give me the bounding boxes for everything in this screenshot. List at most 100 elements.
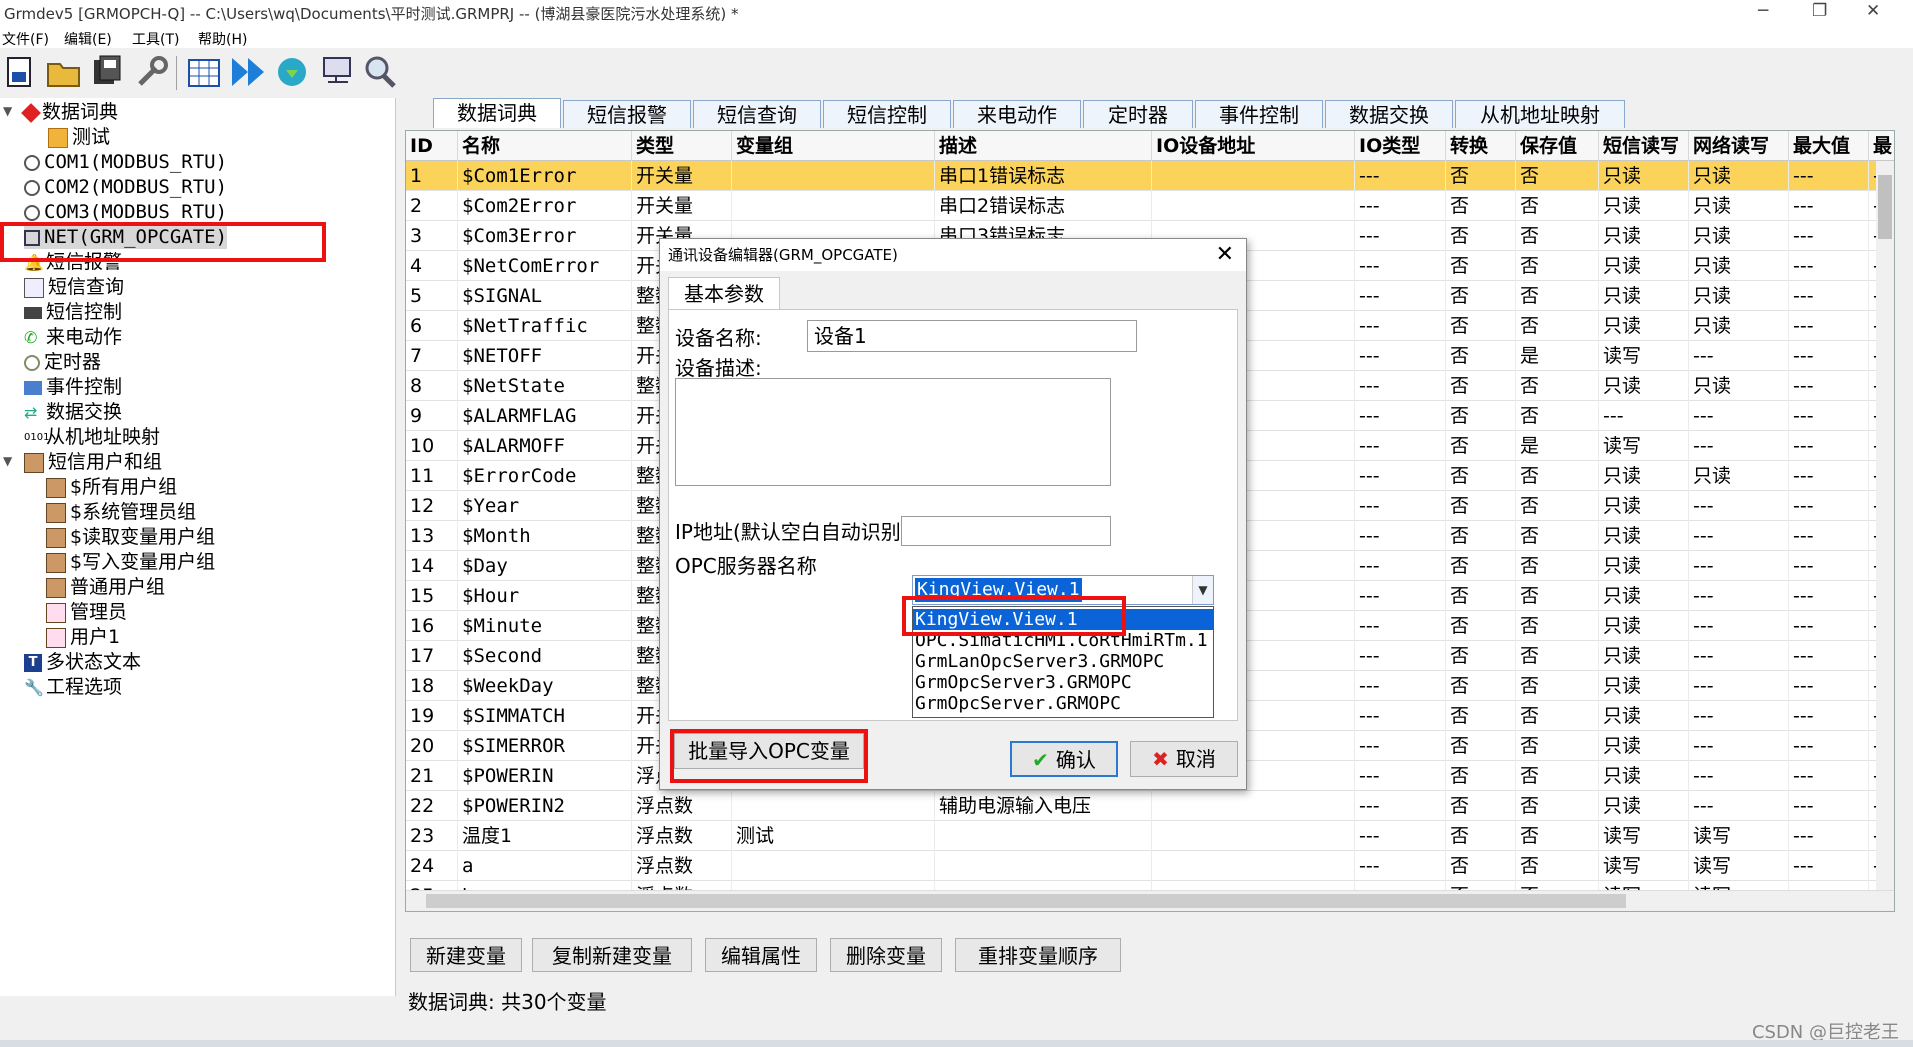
table-cell: [1152, 791, 1355, 821]
monitor-network-icon[interactable]: [316, 52, 356, 92]
tree-item-sms-control[interactable]: 短信控制: [24, 300, 122, 324]
collapse-icon[interactable]: ▼: [3, 104, 12, 118]
tree-item-com1[interactable]: COM1(MODBUS_RTU): [24, 150, 227, 174]
tree-item-sms-query[interactable]: 短信查询: [24, 275, 124, 299]
table-cell: 12: [406, 491, 458, 521]
column-header[interactable]: 最大值: [1789, 131, 1869, 161]
chevron-down-icon[interactable]: ▼: [1192, 576, 1213, 604]
tab-timer[interactable]: 定时器: [1083, 100, 1193, 128]
tree-item-test[interactable]: 测试: [48, 125, 110, 149]
tree-item-sms-users[interactable]: 短信用户和组: [24, 450, 162, 474]
dropdown-option[interactable]: GrmOpcServer3.GRMOPC: [913, 672, 1213, 693]
column-header[interactable]: 保存值: [1516, 131, 1599, 161]
menu-help[interactable]: 帮助(H): [198, 29, 247, 49]
fast-forward-icon[interactable]: [228, 52, 268, 92]
cancel-button[interactable]: ✖ 取消: [1130, 741, 1238, 777]
tree-item-project-options[interactable]: 🔧 工程选项: [24, 675, 122, 699]
tree-item-group-write[interactable]: $写入变量用户组: [46, 550, 215, 574]
tab-basic-params[interactable]: 基本参数: [668, 277, 780, 310]
device-desc-textarea[interactable]: [675, 378, 1111, 486]
column-header[interactable]: 转换: [1446, 131, 1516, 161]
ip-address-input[interactable]: [901, 516, 1111, 546]
tree-item-data-exchange[interactable]: ⇄ 数据交换: [24, 400, 122, 424]
tree-item-user-admin[interactable]: 管理员: [46, 600, 127, 624]
scroll-thumb[interactable]: [1878, 175, 1892, 239]
menu-file[interactable]: 文件(F): [2, 29, 49, 49]
column-header[interactable]: 网络读写: [1689, 131, 1789, 161]
table-row[interactable]: 1$Com1Error开关量串口1错误标志---否否只读只读----: [406, 161, 1894, 191]
column-header[interactable]: 名称: [458, 131, 632, 161]
tree-item-slave-mapping[interactable]: 0101从机地址映射: [24, 425, 160, 449]
table-cell: $SIGNAL: [458, 281, 632, 311]
save-all-icon[interactable]: [88, 52, 128, 92]
restore-icon[interactable]: ❐: [1812, 1, 1827, 21]
tree-item-event-control[interactable]: 事件控制: [24, 375, 122, 399]
tree-item-user1[interactable]: 用户1: [46, 625, 120, 649]
table-cell: 读写: [1599, 851, 1689, 881]
table-cell: 串口1错误标志: [935, 161, 1152, 191]
tab-sms-alarm[interactable]: 短信报警: [563, 100, 691, 128]
column-header[interactable]: 类型: [632, 131, 732, 161]
table-cell: ---: [1689, 551, 1789, 581]
minimize-icon[interactable]: ─: [1758, 1, 1768, 21]
column-header[interactable]: IO类型: [1355, 131, 1446, 161]
dropdown-option[interactable]: GrmLanOpcServer3.GRMOPC: [913, 651, 1213, 672]
device-name-input[interactable]: 设备1: [807, 320, 1137, 352]
column-header[interactable]: IO设备地址: [1152, 131, 1355, 161]
column-header[interactable]: 变量组: [732, 131, 935, 161]
tree-item-group-admin[interactable]: $系统管理员组: [46, 500, 196, 524]
copy-new-variable-button[interactable]: 复制新建变量: [532, 938, 692, 972]
table-cell: 否: [1446, 371, 1516, 401]
column-header[interactable]: ID: [406, 131, 458, 161]
vertical-scrollbar[interactable]: [1876, 161, 1894, 891]
table-row[interactable]: 22$POWERIN2浮点数辅助电源输入电压---否否只读-------: [406, 791, 1894, 821]
horizontal-scrollbar[interactable]: [406, 890, 1894, 911]
wrench-tool-icon[interactable]: [132, 52, 172, 92]
sync-download-icon[interactable]: [272, 52, 312, 92]
table-row[interactable]: 24a浮点数---否否读写读写----: [406, 851, 1894, 881]
close-icon[interactable]: ✕: [1216, 239, 1234, 271]
table-grid-icon[interactable]: [184, 52, 224, 92]
table-cell: 11: [406, 461, 458, 491]
tree-item-group-normal[interactable]: 普通用户组: [46, 575, 165, 599]
new-variable-button[interactable]: 新建变量: [410, 938, 522, 972]
tab-data-exchange[interactable]: 数据交换: [1325, 100, 1453, 128]
menu-tools[interactable]: 工具(T): [132, 29, 179, 49]
table-cell: 温度1: [458, 821, 632, 851]
tree-item-com2[interactable]: COM2(MODBUS_RTU): [24, 175, 227, 199]
tab-event-control[interactable]: 事件控制: [1195, 100, 1323, 128]
tree-item-data-dictionary[interactable]: 数据词典: [21, 100, 118, 124]
table-cell: ---: [1355, 611, 1446, 641]
dropdown-option[interactable]: GrmOpcServer.GRMOPC: [913, 693, 1213, 714]
tree-item-call-action[interactable]: ✆ 来电动作: [24, 325, 122, 349]
tab-sms-query[interactable]: 短信查询: [693, 100, 821, 128]
delete-variable-button[interactable]: 删除变量: [830, 938, 942, 972]
table-row[interactable]: 2$Com2Error开关量串口2错误标志---否否只读只读----: [406, 191, 1894, 221]
open-folder-icon[interactable]: [44, 52, 84, 92]
tree-item-timer[interactable]: 定时器: [24, 350, 101, 374]
table-cell: 只读: [1599, 251, 1689, 281]
column-header[interactable]: 描述: [935, 131, 1152, 161]
tree-item-multistate-text[interactable]: T 多状态文本: [24, 650, 141, 674]
tab-call-action[interactable]: 来电动作: [953, 100, 1081, 128]
confirm-button[interactable]: ✔ 确认: [1010, 741, 1118, 777]
column-header[interactable]: 最: [1869, 131, 1894, 161]
tab-slave-mapping[interactable]: 从机地址映射: [1455, 100, 1625, 128]
tree-item-com3[interactable]: COM3(MODBUS_RTU): [24, 200, 227, 224]
tree-item-group-read[interactable]: $读取变量用户组: [46, 525, 215, 549]
new-file-icon[interactable]: [0, 52, 40, 92]
search-icon[interactable]: [360, 52, 400, 92]
close-window-icon[interactable]: ✕: [1866, 1, 1880, 21]
collapse-icon[interactable]: ▼: [3, 454, 12, 468]
edit-properties-button[interactable]: 编辑属性: [705, 938, 817, 972]
tree-item-group-all[interactable]: $所有用户组: [46, 475, 177, 499]
table-cell: $Com3Error: [458, 221, 632, 251]
scroll-thumb[interactable]: [426, 894, 1626, 908]
table-row[interactable]: 23温度1浮点数测试---否否读写读写----: [406, 821, 1894, 851]
column-header[interactable]: 短信读写: [1599, 131, 1689, 161]
table-cell: ---: [1789, 731, 1869, 761]
tab-sms-control[interactable]: 短信控制: [823, 100, 951, 128]
menu-edit[interactable]: 编辑(E): [64, 29, 112, 49]
reorder-variables-button[interactable]: 重排变量顺序: [955, 938, 1121, 972]
tab-data-dictionary[interactable]: 数据词典: [433, 98, 561, 128]
